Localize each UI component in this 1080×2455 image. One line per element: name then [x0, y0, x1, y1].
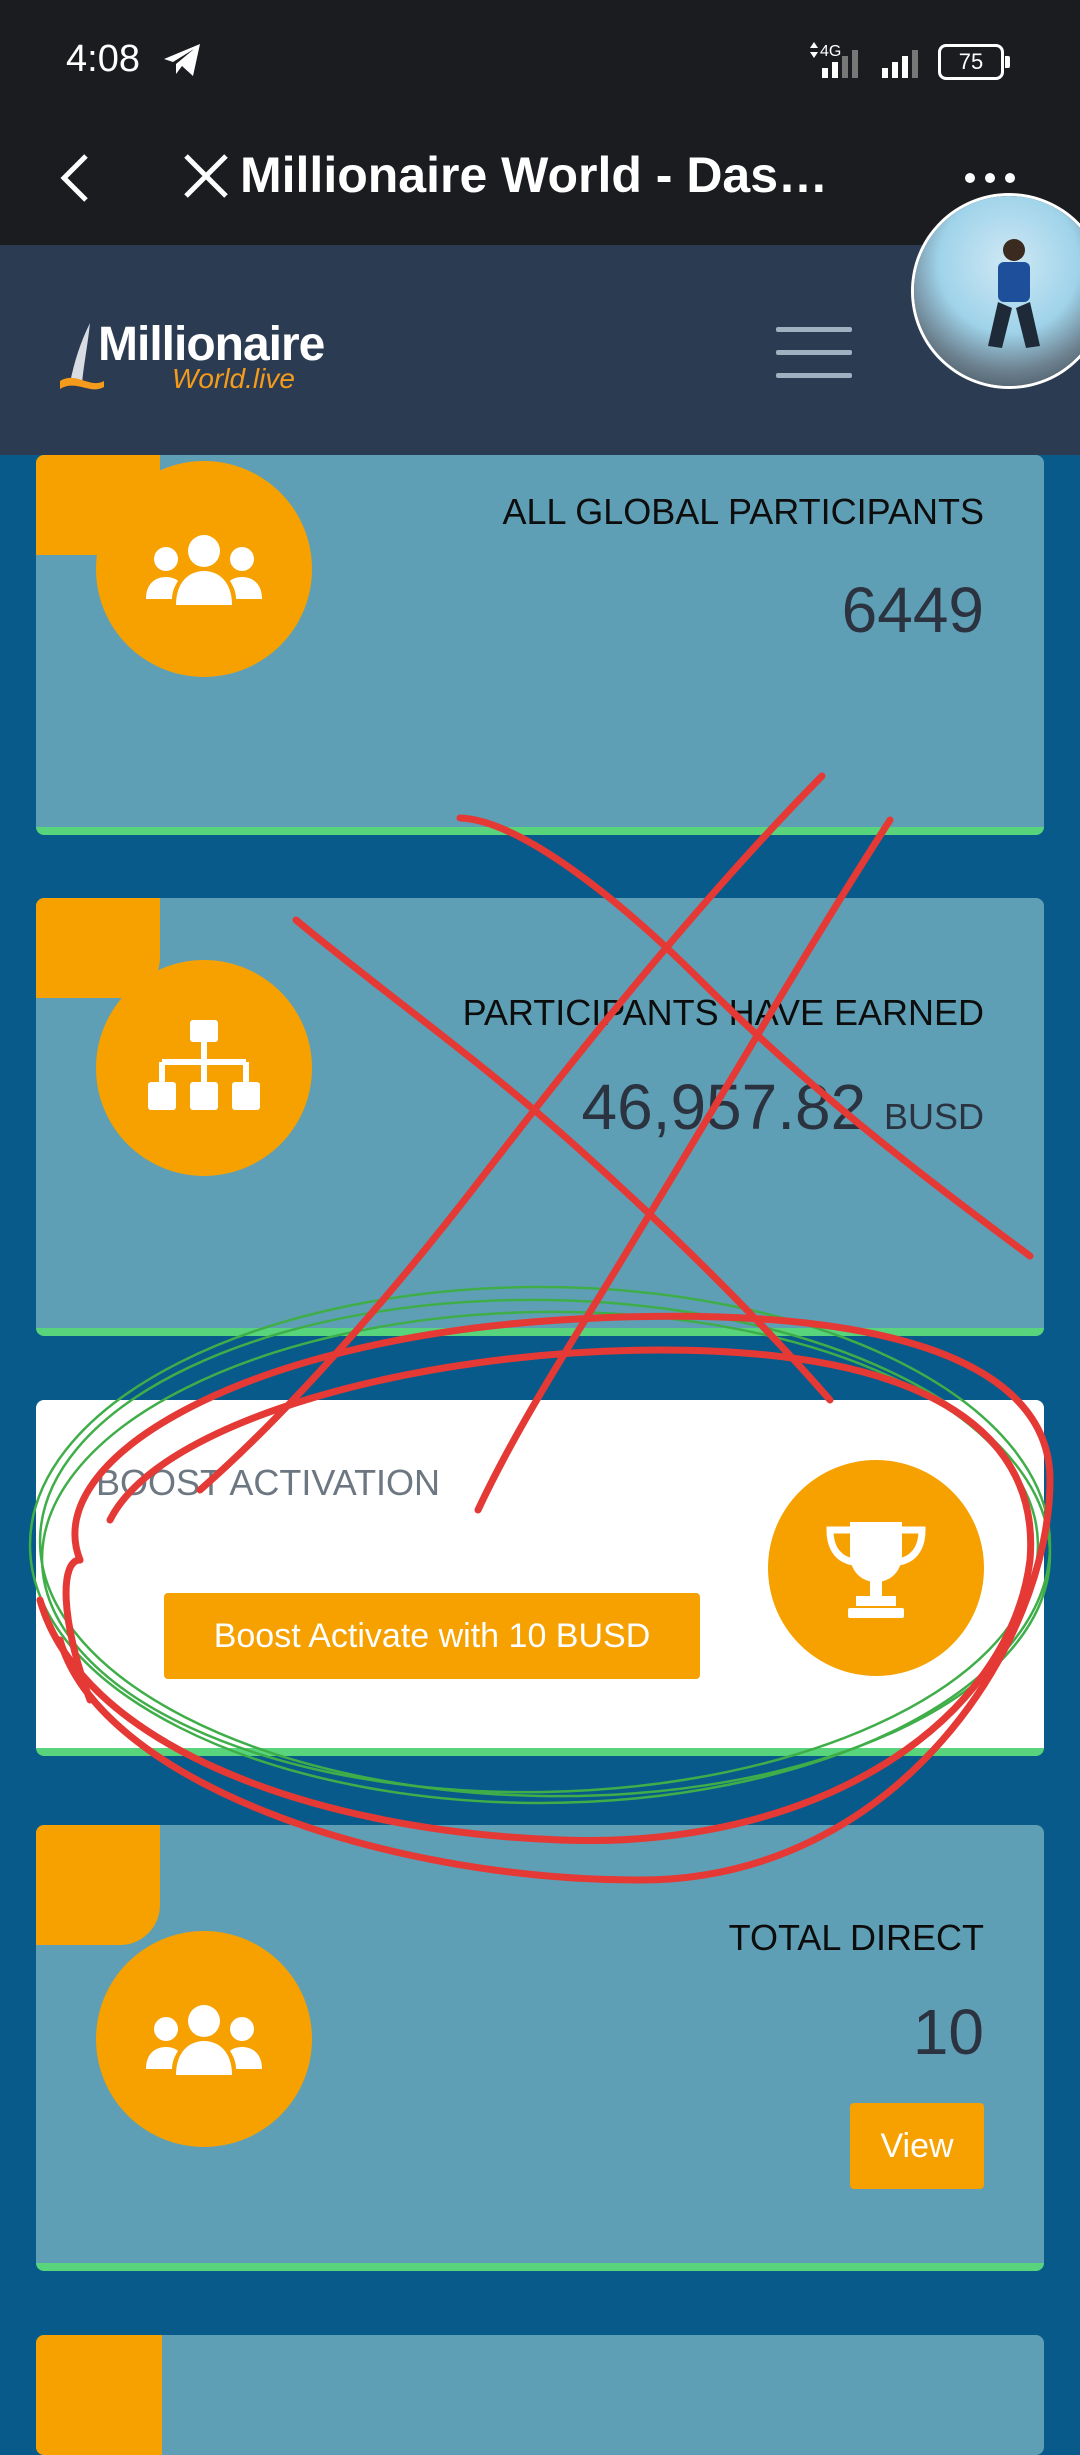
card-icon-circle: [96, 960, 312, 1176]
card-global-participants: ALL GLOBAL PARTICIPANTS 6449: [36, 455, 1044, 835]
card-value: 10: [912, 1996, 984, 2068]
person-photo-icon: [988, 239, 1040, 348]
status-bar: 4:08 4G 75: [0, 0, 1080, 120]
logo-subtext: World.live: [172, 363, 295, 394]
card-accent-tab: [36, 1825, 160, 1945]
close-icon[interactable]: [178, 148, 234, 204]
users-icon: [146, 535, 262, 605]
card-icon-circle: [96, 1931, 312, 2147]
battery-icon: 75: [938, 44, 1010, 80]
back-arrow-icon[interactable]: [52, 150, 104, 206]
card-icon-circle: [768, 1460, 984, 1676]
app-bar: Millionaire World - Dash…: [0, 120, 1080, 245]
page-title: Millionaire World - Dash…: [240, 147, 840, 203]
trophy-icon: [826, 1522, 926, 1618]
earned-amount: 46,957.82: [581, 1071, 867, 1143]
card-accent-tab: [36, 2335, 162, 2455]
card-label: BOOST ACTIVATION: [96, 1462, 441, 1503]
card-label: ALL GLOBAL PARTICIPANTS: [502, 491, 985, 532]
hamburger-menu-icon[interactable]: [776, 327, 852, 378]
sitemap-icon: [148, 1020, 260, 1110]
currency-unit: BUSD: [883, 1096, 984, 1137]
svg-text:4G: 4G: [820, 43, 841, 60]
users-icon: [146, 2005, 262, 2075]
card-participants-earned: PARTICIPANTS HAVE EARNED 46,957.82 BUSD: [36, 898, 1044, 1336]
card-label: TOTAL DIRECT: [728, 1917, 984, 1958]
card-value: 46,957.82 BUSD: [581, 1070, 984, 1144]
telegram-icon: [164, 44, 200, 76]
more-options-icon[interactable]: [960, 168, 1020, 188]
card-total-direct: TOTAL DIRECT 10 View: [36, 1825, 1044, 2271]
card-label: PARTICIPANTS HAVE EARNED: [462, 992, 984, 1033]
signal-4g-icon: 4G: [810, 42, 858, 78]
status-time: 4:08: [66, 38, 140, 80]
card-next: [36, 2335, 1044, 2455]
view-button[interactable]: View: [850, 2103, 984, 2189]
card-icon-circle: [96, 461, 312, 677]
card-value: 6449: [841, 574, 984, 646]
site-logo[interactable]: Millionaire World.live: [60, 317, 350, 397]
boost-activate-button[interactable]: Boost Activate with 10 BUSD: [164, 1593, 700, 1679]
signal-icon: [882, 50, 918, 78]
card-boost-activation: BOOST ACTIVATION Boost Activate with 10 …: [36, 1400, 1044, 1756]
